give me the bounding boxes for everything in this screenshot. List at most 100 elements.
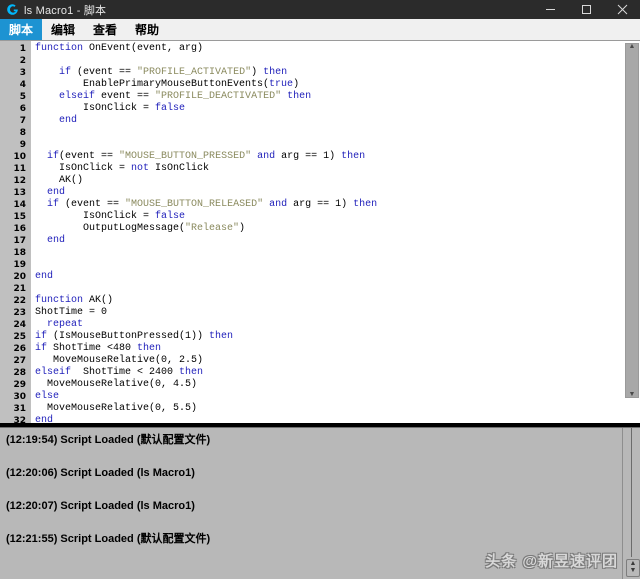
- line-number: 27: [0, 355, 30, 367]
- code-token: function: [35, 295, 83, 306]
- line-number: 28: [0, 367, 30, 379]
- code-token: repeat: [47, 319, 83, 330]
- code-token: end: [35, 415, 53, 423]
- scroll-down-arrow-icon[interactable]: ▼: [627, 391, 637, 399]
- code-token: event ==: [95, 91, 155, 102]
- line-number: 11: [0, 163, 30, 175]
- code-token: end: [59, 115, 77, 126]
- code-token: IsOnClick: [149, 163, 209, 174]
- code-token: AK(): [83, 295, 113, 306]
- line-number: 12: [0, 175, 30, 187]
- log-scrollbar-track[interactable]: [631, 428, 632, 557]
- code-token: then: [263, 67, 287, 78]
- line-number: 23: [0, 307, 30, 319]
- code-token: OutputLogMessage(: [35, 223, 185, 234]
- code-text-area[interactable]: function OnEvent(event, arg) if (event =…: [31, 41, 624, 423]
- code-token: [35, 199, 47, 210]
- code-line: EnablePrimaryMouseButtonEvents(true): [35, 79, 624, 91]
- log-vertical-scrollbar[interactable]: ▲▼: [622, 428, 640, 579]
- scrollbar-thumb[interactable]: [625, 43, 639, 398]
- window-title: ls Macro1 - 脚本: [24, 2, 106, 18]
- line-number: 29: [0, 379, 30, 391]
- code-token: OnEvent(event, arg): [83, 43, 203, 54]
- code-token: false: [155, 103, 185, 114]
- title-bar-left: ls Macro1 - 脚本: [0, 2, 106, 18]
- line-number: 32: [0, 415, 30, 423]
- line-number: 24: [0, 319, 30, 331]
- code-token: [35, 319, 47, 330]
- code-token: elseif: [59, 91, 95, 102]
- code-line: OutputLogMessage("Release"): [35, 223, 624, 235]
- log-entry: (12:20:06) Script Loaded (ls Macro1): [6, 466, 622, 499]
- editor-vertical-scrollbar[interactable]: ▲ ▼: [624, 41, 640, 423]
- code-token: IsOnClick =: [35, 103, 155, 114]
- code-token: then: [353, 199, 377, 210]
- menu-item-help[interactable]: 帮助: [126, 19, 168, 40]
- line-number: 17: [0, 235, 30, 247]
- code-token: function: [35, 43, 83, 54]
- log-entry: (12:19:54) Script Loaded (默认配置文件): [6, 433, 622, 466]
- code-line: function AK(): [35, 295, 624, 307]
- code-token: true: [269, 79, 293, 90]
- code-line: [35, 283, 624, 295]
- code-token: "MOUSE_BUTTON_RELEASED": [125, 199, 263, 210]
- line-number: 8: [0, 127, 30, 139]
- code-token: then: [209, 331, 233, 342]
- code-token: end: [35, 271, 53, 282]
- code-line: repeat: [35, 319, 624, 331]
- line-number: 15: [0, 211, 30, 223]
- line-number: 2: [0, 55, 30, 67]
- code-line: end: [35, 187, 624, 199]
- code-token: "PROFILE_ACTIVATED": [137, 67, 251, 78]
- code-token: arg == 1): [275, 151, 341, 162]
- line-number: 21: [0, 283, 30, 295]
- log-scrollbar-grip-icon[interactable]: ▲▼: [626, 559, 640, 577]
- code-token: if: [35, 331, 47, 342]
- code-line: [35, 247, 624, 259]
- maximize-button[interactable]: [568, 0, 604, 19]
- code-line: if (event == "PROFILE_ACTIVATED") then: [35, 67, 624, 79]
- code-line: [35, 139, 624, 151]
- line-number: 20: [0, 271, 30, 283]
- code-token: (event ==: [71, 67, 137, 78]
- code-token: then: [287, 91, 311, 102]
- code-line: IsOnClick = false: [35, 103, 624, 115]
- code-token: (IsMouseButtonPressed(1)): [47, 331, 209, 342]
- line-number: 10: [0, 151, 30, 163]
- code-token: not: [131, 163, 149, 174]
- code-line: ShotTime = 0: [35, 307, 624, 319]
- menu-item-script[interactable]: 脚本: [0, 19, 42, 40]
- line-number: 19: [0, 259, 30, 271]
- code-token: (event ==: [59, 151, 119, 162]
- code-line: if (IsMouseButtonPressed(1)) then: [35, 331, 624, 343]
- code-token: MoveMouseRelative(0, 5.5): [35, 403, 197, 414]
- log-entry: (12:20:07) Script Loaded (ls Macro1): [6, 499, 622, 532]
- code-line: if (event == "MOUSE_BUTTON_RELEASED" and…: [35, 199, 624, 211]
- code-token: else: [35, 391, 59, 402]
- code-line: end: [35, 415, 624, 423]
- code-token: and: [257, 151, 275, 162]
- code-token: EnablePrimaryMouseButtonEvents(: [35, 79, 269, 90]
- line-number: 5: [0, 91, 30, 103]
- code-token: if: [47, 199, 59, 210]
- code-token: [35, 91, 59, 102]
- code-token: then: [179, 367, 203, 378]
- code-line: MoveMouseRelative(0, 2.5): [35, 355, 624, 367]
- code-token: then: [137, 343, 161, 354]
- code-token: [35, 115, 59, 126]
- line-number-gutter: 1234567891011121314151617181920212223242…: [0, 41, 31, 423]
- menu-item-edit[interactable]: 编辑: [42, 19, 84, 40]
- code-token: [35, 151, 47, 162]
- code-line: if ShotTime <480 then: [35, 343, 624, 355]
- line-number: 31: [0, 403, 30, 415]
- scroll-up-arrow-icon[interactable]: ▲: [627, 43, 637, 51]
- code-line: IsOnClick = not IsOnClick: [35, 163, 624, 175]
- line-number: 9: [0, 139, 30, 151]
- line-number: 13: [0, 187, 30, 199]
- watermark-text: 头条 @新昱速评团: [485, 550, 618, 571]
- close-button[interactable]: [604, 0, 640, 19]
- code-token: [35, 67, 59, 78]
- menu-item-view[interactable]: 查看: [84, 19, 126, 40]
- minimize-button[interactable]: [532, 0, 568, 19]
- code-token: elseif: [35, 367, 71, 378]
